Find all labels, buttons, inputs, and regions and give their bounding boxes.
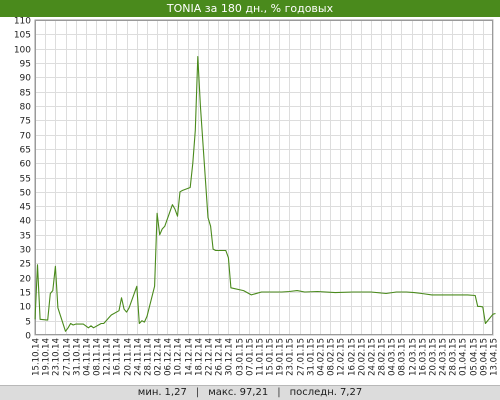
x-tick-label: 30.12.14	[225, 338, 235, 376]
min-label: мин.	[137, 387, 162, 398]
x-tick-label: 19.01.15	[276, 338, 286, 376]
last-label: последн.	[289, 387, 337, 398]
y-tick-label: 30	[20, 246, 32, 256]
x-tick-label: 31.01.15	[307, 338, 317, 376]
last-value: 7,27	[339, 387, 363, 398]
x-tick-label: 15.10.14	[32, 338, 42, 376]
y-tick-label: 15	[20, 289, 31, 299]
x-tick-label: 04.03.15	[388, 338, 398, 376]
x-tick-label: 12.11.14	[103, 338, 113, 376]
x-tick-label: 31.10.14	[73, 338, 83, 376]
max-value: 97,21	[239, 387, 269, 398]
x-tick-label: 08.11.14	[93, 338, 103, 376]
y-tick-label: 75	[20, 117, 31, 127]
x-tick-label: 27.10.14	[63, 338, 73, 376]
separator: |	[195, 387, 200, 398]
x-tick-label: 08.02.15	[327, 338, 337, 376]
x-tick-label: 24.11.14	[134, 338, 144, 376]
y-tick-label: 35	[20, 232, 31, 242]
x-tick-label: 22.12.14	[205, 338, 215, 376]
x-tick-label: 20.02.15	[358, 338, 368, 376]
y-tick-label: 10	[20, 303, 32, 313]
x-tick-label: 18.12.14	[195, 338, 205, 376]
separator: |	[277, 387, 281, 398]
y-tick-label: 105	[14, 31, 31, 41]
y-tick-label: 85	[20, 89, 31, 99]
x-tick-label: 06.12.14	[164, 338, 174, 376]
x-tick-label: 12.03.15	[409, 338, 419, 376]
y-tick-label: 55	[20, 175, 31, 185]
x-tick-label: 10.12.14	[174, 338, 184, 376]
max-label: макс.	[208, 387, 237, 398]
x-tick-label: 08.03.15	[398, 338, 408, 376]
x-tick-label: 04.11.14	[83, 338, 93, 376]
x-tick-label: 16.03.15	[419, 338, 429, 376]
x-tick-label: 27.01.15	[297, 338, 307, 376]
min-value: 1,27	[164, 387, 187, 398]
y-tick-label: 40	[20, 217, 32, 227]
x-tick-label: 24.02.15	[368, 338, 378, 376]
y-tick-label: 110	[14, 17, 31, 27]
x-tick-label: 01.04.15	[459, 338, 469, 376]
x-tick-label: 28.11.14	[144, 338, 154, 376]
x-tick-label: 03.01.15	[236, 338, 246, 376]
stats-footer: мин. 1,27 | макс. 97,21 | последн. 7,27	[0, 385, 500, 400]
x-tick-label: 11.01.15	[256, 338, 266, 376]
y-tick-label: 90	[20, 74, 32, 84]
x-tick-label: 04.02.15	[317, 338, 327, 376]
y-tick-label: 80	[20, 103, 32, 113]
chart-title: TONIA за 180 дн., % годовых	[0, 0, 500, 17]
x-tick-label: 20.03.15	[429, 338, 439, 376]
x-tick-label: 20.11.14	[124, 338, 134, 376]
x-tick-label: 16.11.14	[113, 338, 123, 376]
x-tick-label: 05.04.15	[470, 338, 480, 376]
x-tick-label: 28.02.15	[378, 338, 388, 376]
x-tick-label: 09.04.15	[480, 338, 490, 376]
y-tick-label: 50	[20, 189, 32, 199]
y-tick-label: 25	[20, 260, 31, 270]
x-tick-label: 07.01.15	[246, 338, 256, 376]
x-tick-label: 19.10.14	[42, 338, 52, 376]
x-tick-label: 15.01.15	[266, 338, 276, 376]
x-tick-label: 13.04.15	[490, 338, 500, 376]
x-tick-label: 28.03.15	[449, 338, 459, 376]
y-tick-label: 60	[20, 160, 32, 170]
x-tick-label: 12.02.15	[337, 338, 347, 376]
plot-area	[34, 19, 494, 336]
x-tick-label: 14.12.14	[185, 338, 195, 376]
chart-widget: TONIA за 180 дн., % годовых 0 5 10 15 20 25 30…	[0, 0, 500, 400]
x-tick-label: 02.12.14	[154, 338, 164, 376]
y-tick-label: 95	[20, 60, 31, 70]
x-tick-label: 16.02.15	[348, 338, 358, 376]
x-tick-label: 23.10.14	[52, 338, 62, 376]
y-tick-label: 100	[14, 46, 31, 56]
x-tick-label: 24.03.15	[439, 338, 449, 376]
y-tick-label: 70	[20, 132, 32, 142]
y-tick-label: 0	[25, 332, 31, 342]
y-tick-label: 45	[20, 203, 31, 213]
x-tick-label: 26.12.14	[215, 338, 225, 376]
y-tick-label: 65	[20, 146, 31, 156]
y-tick-label: 20	[20, 275, 32, 285]
chart-plot: 0 5 10 15 20 25 30 35 40 45 50 55 60 65 70 75 80 85 90 95 10…	[14, 17, 500, 376]
x-tick-label: 23.01.15	[286, 338, 296, 376]
y-tick-label: 5	[25, 318, 31, 328]
